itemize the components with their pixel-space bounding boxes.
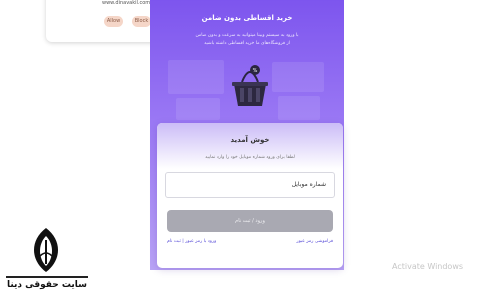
card-subtitle: لطفا برای ورود شماره موبایل خود را وارد … bbox=[205, 155, 295, 160]
shopping-basket-icon: % bbox=[232, 65, 268, 106]
background-shape bbox=[278, 96, 320, 120]
background-shape bbox=[168, 60, 224, 94]
mobile-number-field[interactable]: شماره موبایل bbox=[165, 172, 335, 198]
background-shape bbox=[176, 98, 220, 120]
activate-windows-watermark: Activate Windows bbox=[392, 262, 464, 271]
svg-text:%: % bbox=[253, 68, 258, 74]
login-submit-button[interactable]: ورود / ثبت نام bbox=[167, 210, 333, 232]
popup-text: www.dinavakil.com bbox=[102, 0, 151, 6]
forgot-password-link[interactable]: فراموشی رمز عبور bbox=[296, 239, 333, 244]
hero-title: خرید اقساطی بدون ضامن bbox=[201, 14, 293, 22]
card-title: خوش آمدید bbox=[230, 136, 270, 144]
pen-nib-logo-icon bbox=[34, 228, 58, 272]
hero-subtitle: با ورود به سیستم وبینا میتوانید به سرعت … bbox=[170, 32, 324, 48]
logo-divider bbox=[6, 276, 88, 278]
background-shape bbox=[272, 62, 324, 92]
password-login-link[interactable]: ورود با رمز عبور | ثبت نام bbox=[167, 239, 216, 244]
login-card: خوش آمدید لطفا برای ورود شماره موبایل خو… bbox=[157, 123, 343, 268]
hero-subtitle-line: با ورود به سیستم وبینا میتوانید به سرعت … bbox=[195, 33, 299, 38]
block-button[interactable]: Block bbox=[132, 16, 151, 27]
logo-text: سایت حقوقی دینا bbox=[6, 280, 88, 290]
card-header bbox=[157, 123, 343, 169]
notification-popup: www.dinavakil.com Allow Block bbox=[46, 0, 162, 42]
hero-subtitle-line: از فروشگاه‌های ما خرید اقساطی داشته باشی… bbox=[204, 41, 290, 46]
allow-button[interactable]: Allow bbox=[104, 16, 123, 27]
